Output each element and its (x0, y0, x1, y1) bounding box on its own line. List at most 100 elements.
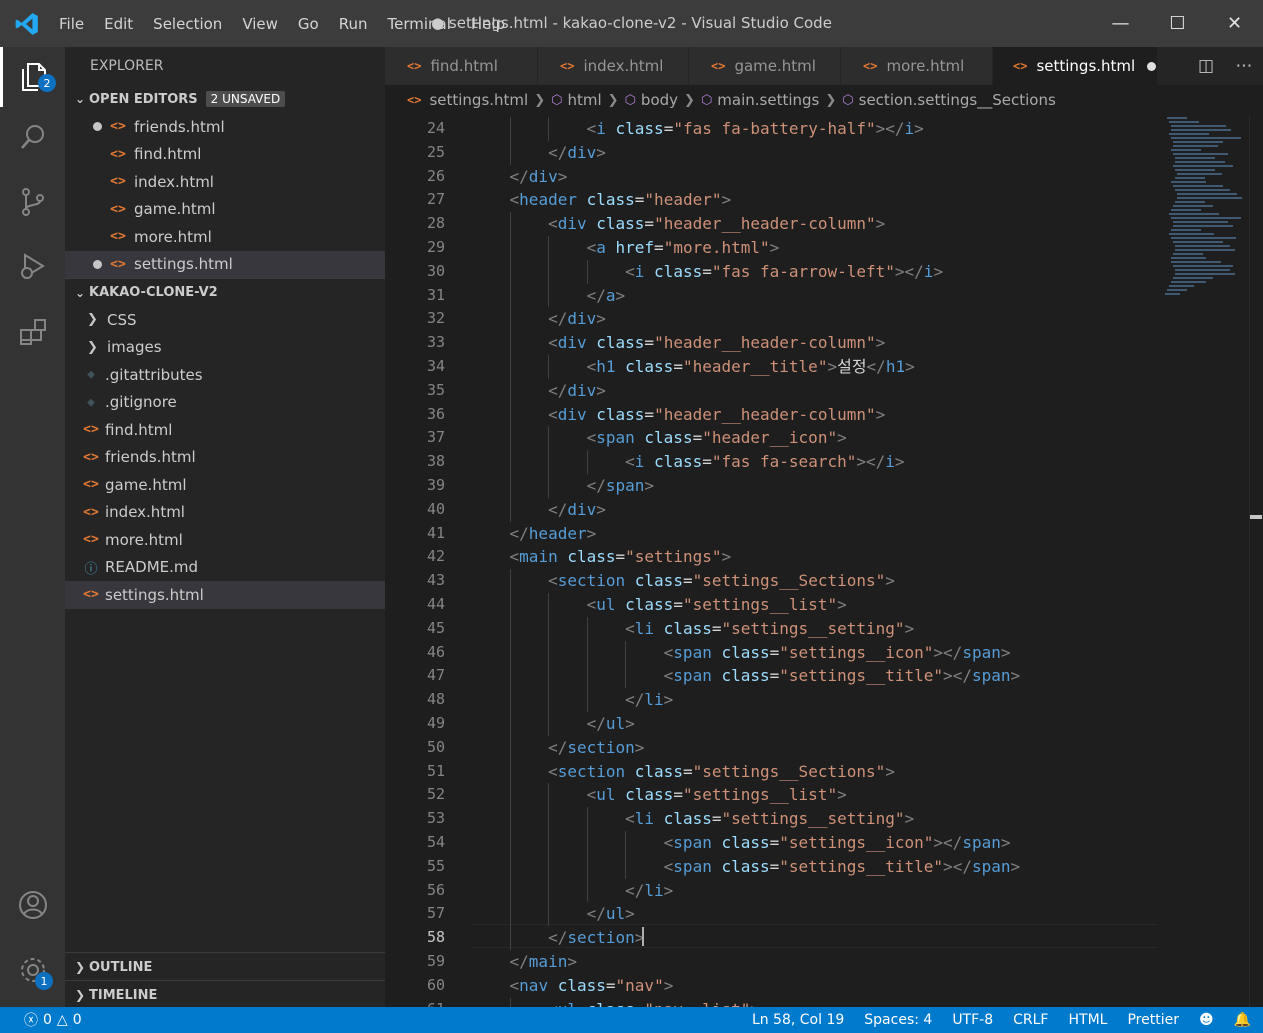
code-line[interactable]: <ul class="settings__list"> (471, 783, 847, 807)
code-line[interactable]: <span class="settings__icon"></span> (471, 831, 1011, 855)
maximize-button[interactable]: ☐ (1149, 0, 1206, 47)
activity-accounts[interactable] (0, 875, 65, 935)
code-line[interactable]: <span class="settings__title"></span> (471, 855, 1020, 879)
activity-search[interactable] (0, 107, 65, 167)
activity-run-debug[interactable] (0, 237, 65, 297)
file-game[interactable]: <> game.html (65, 471, 385, 499)
code-editor[interactable]: 24 25 26 27 28 29 30 31 32 33 34 35 36 37 38 39 40 41 42 43… (385, 115, 1157, 1007)
activity-extensions[interactable] (0, 302, 65, 362)
breadcrumb-html[interactable]: html (567, 91, 601, 109)
open-editor-game[interactable]: <> game.html (65, 196, 385, 224)
code-line[interactable]: <li class="settings__setting"> (471, 617, 914, 641)
open-editor-more[interactable]: <> more.html (65, 223, 385, 251)
language-mode[interactable]: HTML (1068, 1012, 1107, 1028)
breadcrumb-file[interactable]: settings.html (429, 91, 528, 109)
file-settings[interactable]: <> settings.html (65, 581, 385, 609)
code-line[interactable]: </main> (471, 950, 577, 974)
code-line[interactable]: <ul class="nav__list"> (471, 998, 760, 1007)
code-line[interactable]: <h1 class="header__title">설정</h1> (471, 355, 915, 379)
code-line[interactable]: </div> (471, 307, 606, 331)
code-line[interactable]: <span class="settings__icon"></span> (471, 641, 1011, 665)
menu-run[interactable]: Run (329, 15, 378, 33)
tab-settings[interactable]: <> settings.html (993, 47, 1158, 85)
unsaved-dot-icon[interactable] (1147, 61, 1157, 71)
file-gitattributes[interactable]: ◆ .gitattributes (65, 361, 385, 389)
code-line[interactable]: <nav class="nav"> (471, 974, 674, 998)
code-line[interactable]: <section class="settings__Sections"> (471, 760, 895, 784)
code-line[interactable]: <div class="header__header-column"> (471, 403, 885, 427)
line-ending[interactable]: CRLF (1013, 1012, 1048, 1028)
project-header[interactable]: ⌄ KAKAO-CLONE-V2 (65, 278, 385, 306)
code-line[interactable]: </ul> (471, 902, 635, 926)
outline-section[interactable]: ❯ OUTLINE (65, 952, 385, 981)
code-line[interactable]: <header class="header"> (471, 188, 732, 212)
code-line[interactable]: </div> (471, 379, 606, 403)
code-line[interactable]: <li class="settings__setting"> (471, 807, 914, 831)
code-line[interactable]: <span class="header__icon"> (471, 426, 847, 450)
code-line[interactable]: </ul> (471, 712, 635, 736)
timeline-section[interactable]: ❯ TIMELINE (65, 980, 385, 1009)
code-line[interactable]: </div> (471, 141, 606, 165)
code-line[interactable]: <a href="more.html"> (471, 236, 780, 260)
code-line[interactable]: </li> (471, 879, 673, 903)
code-line[interactable]: <main class="settings"> (471, 545, 732, 569)
code-line[interactable]: <ul class="settings__list"> (471, 593, 847, 617)
folder-images[interactable]: ❯ images (65, 334, 385, 362)
breadcrumb-body[interactable]: body (641, 91, 678, 109)
code-line[interactable]: </section> (471, 736, 644, 760)
more-actions-icon[interactable]: ⋯ (1225, 56, 1263, 76)
code-line[interactable]: <i class="fas fa-battery-half"></i> (471, 117, 924, 141)
menu-help[interactable]: Help (461, 15, 515, 33)
file-readme[interactable]: ⓘ README.md (65, 554, 385, 582)
minimize-button[interactable]: — (1092, 0, 1149, 47)
menu-view[interactable]: View (232, 15, 288, 33)
code-line[interactable]: <i class="fas fa-search"></i> (471, 450, 904, 474)
menu-edit[interactable]: Edit (94, 15, 143, 33)
file-find[interactable]: <> find.html (65, 416, 385, 444)
menu-go[interactable]: Go (288, 15, 329, 33)
split-editor-icon[interactable]: ◫ (1187, 56, 1225, 76)
activity-source-control[interactable] (0, 172, 65, 232)
menu-terminal[interactable]: Terminal (378, 15, 461, 33)
code-line[interactable]: </div> (471, 165, 568, 189)
tab-game[interactable]: <> game.html (689, 47, 841, 85)
open-editors-header[interactable]: ⌄ OPEN EDITORS 2 UNSAVED (65, 85, 385, 113)
folder-css[interactable]: ❯ CSS (65, 306, 385, 334)
code-line[interactable]: </header> (471, 522, 597, 546)
close-button[interactable]: ✕ (1206, 0, 1263, 47)
minimap[interactable] (1157, 115, 1249, 1007)
file-more[interactable]: <> more.html (65, 526, 385, 554)
indentation[interactable]: Spaces: 4 (864, 1012, 932, 1028)
file-index[interactable]: <> index.html (65, 499, 385, 527)
cursor-position[interactable]: Ln 58, Col 19 (752, 1012, 844, 1028)
vertical-scrollbar[interactable] (1249, 115, 1263, 1007)
code-line[interactable]: </span> (471, 474, 654, 498)
file-friends[interactable]: <> friends.html (65, 444, 385, 472)
bell-icon[interactable]: 🔔 (1234, 1012, 1251, 1028)
code-line[interactable]: <div class="header__header-column"> (471, 331, 885, 355)
tab-more[interactable]: <> more.html (841, 47, 993, 85)
problems-indicator[interactable]: ⓧ 0 △ 0 (24, 1007, 82, 1033)
activity-explorer[interactable]: 2 (0, 47, 65, 107)
feedback-icon[interactable]: ☻ (1199, 1012, 1214, 1028)
activity-manage[interactable]: 1 (0, 940, 65, 1000)
code-line[interactable]: </li> (471, 688, 673, 712)
code-line[interactable]: <section class="settings__Sections"> (471, 569, 895, 593)
file-gitignore[interactable]: ◆ .gitignore (65, 389, 385, 417)
code-line[interactable]: </div> (471, 498, 606, 522)
code-line[interactable]: <span class="settings__title"></span> (471, 664, 1020, 688)
formatter[interactable]: Prettier (1127, 1012, 1179, 1028)
code-line[interactable]: </section> (471, 926, 644, 950)
open-editor-friends[interactable]: <> friends.html (65, 113, 385, 141)
open-editor-settings[interactable]: <> settings.html (65, 250, 385, 278)
code-line[interactable]: </a> (471, 284, 626, 308)
code-line[interactable]: <div class="header__header-column"> (471, 212, 885, 236)
menu-selection[interactable]: Selection (143, 15, 232, 33)
encoding[interactable]: UTF-8 (952, 1012, 993, 1028)
breadcrumb-section[interactable]: section.settings__Sections (859, 91, 1056, 109)
tab-find[interactable]: <> find.html (385, 47, 538, 85)
open-editor-index[interactable]: <> index.html (65, 168, 385, 196)
tab-index[interactable]: <> index.html (538, 47, 689, 85)
open-editor-find[interactable]: <> find.html (65, 141, 385, 169)
breadcrumb-main[interactable]: main.settings (717, 91, 819, 109)
